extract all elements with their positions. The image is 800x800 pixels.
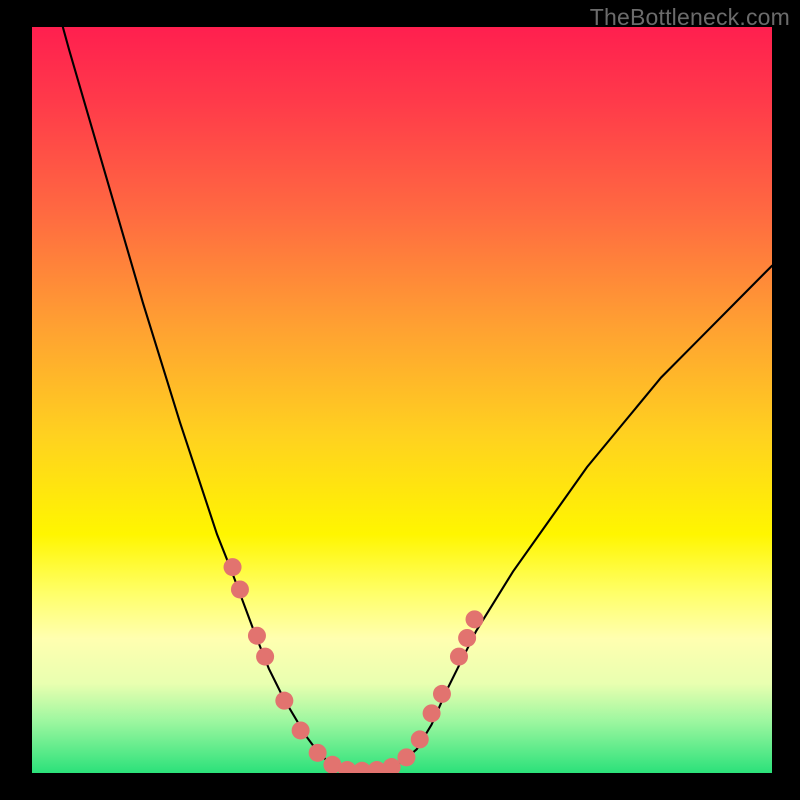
curve-marker	[292, 721, 310, 739]
curve-marker	[309, 744, 327, 762]
curve-marker	[450, 648, 468, 666]
curve-marker	[466, 610, 484, 628]
curve-marker	[397, 748, 415, 766]
marker-group	[224, 558, 484, 773]
curve-marker	[275, 692, 293, 710]
curve-marker	[248, 627, 266, 645]
curve-marker	[458, 629, 476, 647]
curve-marker	[411, 730, 429, 748]
bottleneck-curve	[32, 27, 772, 772]
curve-marker	[231, 580, 249, 598]
curve-marker	[423, 704, 441, 722]
chart-stage: TheBottleneck.com	[0, 0, 800, 800]
watermark-text: TheBottleneck.com	[590, 4, 790, 31]
curve-svg	[32, 27, 772, 773]
curve-marker	[433, 685, 451, 703]
curve-marker	[224, 558, 242, 576]
plot-area	[32, 27, 772, 773]
curve-marker	[256, 648, 274, 666]
